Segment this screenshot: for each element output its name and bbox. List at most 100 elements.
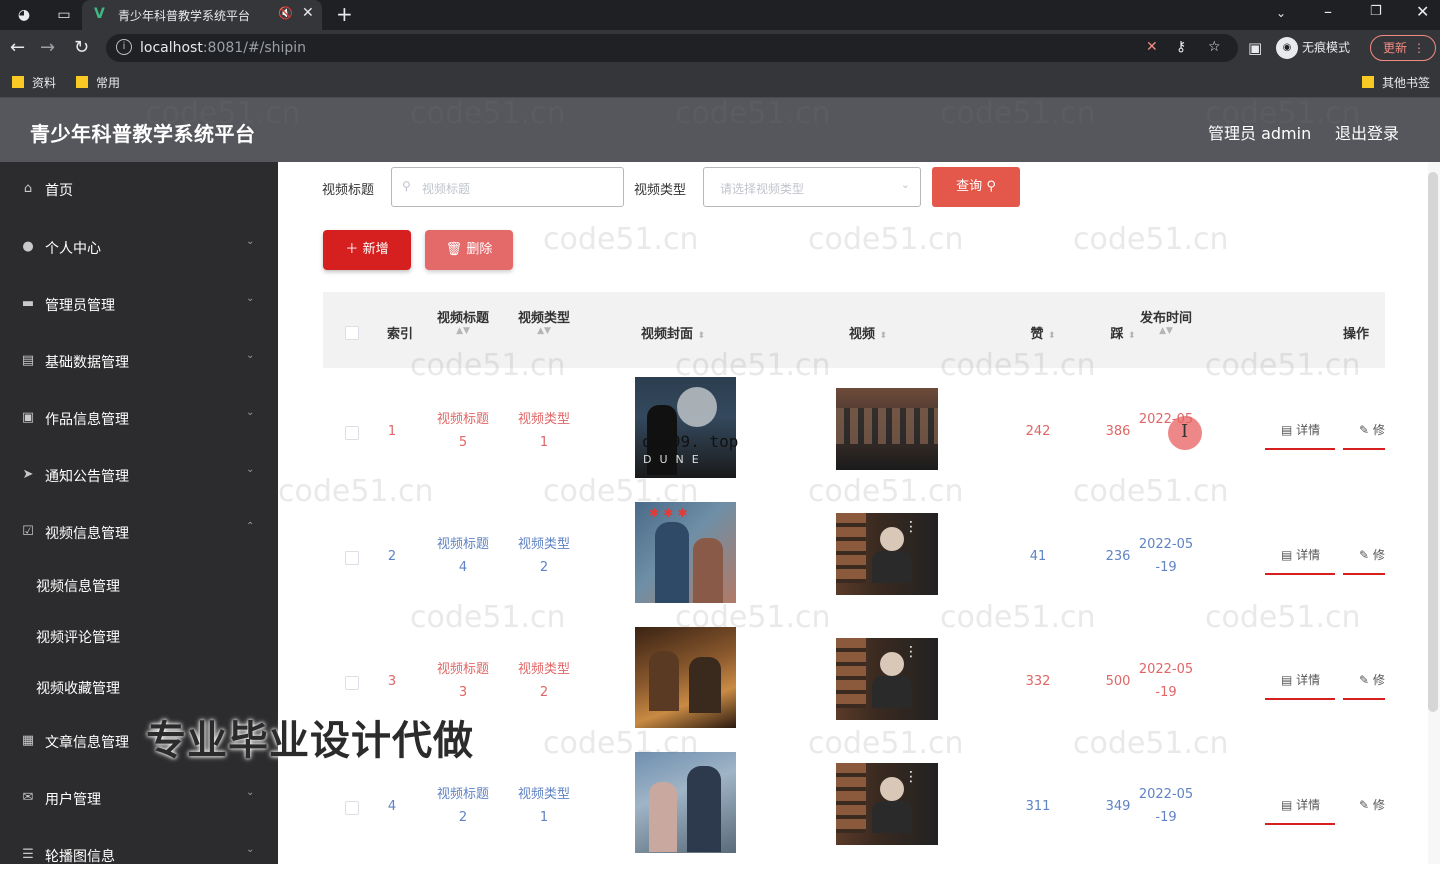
sort-icon[interactable]: ▲▼ [1133,326,1199,336]
sidebar-subitem-video-info[interactable]: 视频信息管理 [0,567,278,603]
row-checkbox[interactable] [345,676,359,690]
query-button[interactable]: 查询 ⚲ [932,167,1020,207]
incognito-indicator[interactable]: ◉ 无痕模式 [1276,37,1350,59]
video-player-thumbnail[interactable]: ⋮ [836,763,938,845]
video-player-thumbnail[interactable] [836,388,938,470]
sidebar-item-admins[interactable]: ▬ 管理员管理 ⌄ [0,285,278,325]
video-cover-image[interactable]: ✱ ✱ ✱ [635,502,736,603]
edit-button[interactable]: ✎ 修改 [1359,546,1385,563]
sort-icon[interactable]: ▲▼ [512,326,576,336]
video-type-select[interactable]: 请选择视频类型 ⌄ [703,167,921,207]
video-cover-image[interactable] [635,627,736,728]
browser-tab[interactable]: V 青少年科普教学系统平台 🔇 ✕ [82,0,322,30]
edit-button[interactable]: ✎ 修改 [1359,796,1385,813]
sidebar-item-label: 基础数据管理 [45,355,129,371]
forward-icon[interactable]: → [40,38,55,58]
column-header-title[interactable]: 视频标题 ▲▼ [431,307,495,336]
sidebar-item-users[interactable]: ✉ 用户管理 ⌄ [0,779,278,819]
video-player-thumbnail[interactable]: ⋮ [836,513,938,595]
row-checkbox[interactable] [345,551,359,565]
sliders-icon: ☰ [22,847,34,862]
search-title-input[interactable]: ⚲ 视频标题 [391,167,624,207]
reload-icon[interactable]: ↻ [74,38,89,58]
info-icon[interactable]: i [116,39,132,55]
detail-button[interactable]: ▤ 详情 [1281,671,1320,688]
back-icon[interactable]: ← [10,38,25,58]
column-header-cover[interactable]: 视频封面 ⬍ [623,323,723,342]
sidebar-subitem-video-comments[interactable]: 视频评论管理 [0,618,278,654]
bookmark-folder[interactable]: 资料 [12,74,56,91]
sidebar-item-videos[interactable]: ☑ 视频信息管理 ⌃ [0,513,278,553]
mute-site-icon[interactable]: ✕ [1146,39,1158,55]
vue-logo-icon: V [94,6,105,22]
row-checkbox[interactable] [345,801,359,815]
star-icon[interactable]: ☆ [1208,39,1221,55]
row-type: 视频类型 2 [517,662,570,700]
folder-icon [76,76,88,88]
sidebar-item-profile[interactable]: ● 个人中心 ⌄ [0,228,278,268]
sidepanel-icon[interactable]: ▣ [1248,38,1262,58]
video-player-thumbnail[interactable]: ⋮ [836,638,938,720]
column-header-video[interactable]: 视频 ⬍ [833,323,903,342]
detail-button[interactable]: ▤ 详情 [1281,421,1320,438]
sort-icon[interactable]: ⬍ [698,331,706,341]
video-cover-image[interactable] [635,752,736,853]
row-title: 视频标题 5 [436,412,489,450]
row-dislikes: 500 [1105,674,1131,689]
restore-icon[interactable]: ❐ [1370,4,1382,19]
delete-button[interactable]: 🗑 删除 [425,230,513,270]
mute-icon[interactable]: 🔇 [278,6,293,20]
video-cover-image[interactable]: DUNE [635,377,736,478]
column-header-likes[interactable]: 赞 ⬍ [1023,323,1063,342]
select-all-checkbox[interactable] [345,326,359,340]
sort-icon[interactable]: ⬍ [880,331,888,341]
url-field[interactable]: i localhost:8081/#/shipin ✕ ⚷ ☆ [106,34,1238,62]
logout-link[interactable]: 退出登录 [1335,120,1399,144]
detail-icon: ▤ [1281,798,1293,812]
current-user[interactable]: 管理员 admin [1208,120,1311,144]
column-header-published[interactable]: 发布时间 ▲▼ [1133,307,1199,336]
sidebar-item-carousel[interactable]: ☰ 轮播图信息 ⌄ [0,836,278,876]
add-button[interactable]: ＋ 新增 [323,230,411,270]
sidebar-item-label: 管理员管理 [45,298,115,314]
globe-icon[interactable]: ◕ [14,5,34,25]
sort-icon[interactable]: ⬍ [1048,331,1056,341]
chevron-down-icon: ⌄ [246,407,255,418]
chevron-down-icon: ⌄ [246,464,255,475]
row-checkbox[interactable] [345,426,359,440]
tab-search-icon[interactable]: ⌄ [1276,6,1286,20]
plus-icon: ＋ [345,242,359,257]
sidebar-item-works[interactable]: ▣ 作品信息管理 ⌄ [0,399,278,439]
sidebar-item-basic-data[interactable]: ▤ 基础数据管理 ⌄ [0,342,278,382]
column-header-type[interactable]: 视频类型 ▲▼ [512,307,576,336]
more-options-icon[interactable]: ⋮ [904,519,918,535]
detail-button[interactable]: ▤ 详情 [1281,796,1320,813]
edit-button[interactable]: ✎ 修改 [1359,671,1385,688]
close-window-icon[interactable]: ✕ [1416,2,1429,21]
edit-button[interactable]: ✎ 修改 [1359,421,1385,438]
more-options-icon[interactable]: ⋮ [904,769,918,785]
sort-icon[interactable]: ▲▼ [431,326,495,336]
bookmark-folder[interactable]: 常用 [76,74,120,91]
more-options-icon[interactable]: ⋮ [904,644,918,660]
sidebar-item-notices[interactable]: ➤ 通知公告管理 ⌄ [0,456,278,496]
close-tab-icon[interactable]: ✕ [302,5,314,21]
row-index: 2 [387,549,397,564]
key-icon[interactable]: ⚷ [1176,39,1186,55]
detail-button[interactable]: ▤ 详情 [1281,546,1320,563]
edit-underline [1343,698,1385,700]
sidebar-subitem-video-favorites[interactable]: 视频收藏管理 [0,669,278,705]
row-likes: 41 [1029,549,1047,564]
update-button[interactable]: 更新 ⋮ [1370,35,1436,61]
tab-strip-icon[interactable]: ▭ [54,5,74,25]
sidebar-item-home[interactable]: ⌂ 首页 [0,170,278,210]
detail-icon: ▤ [1281,548,1293,562]
minimize-icon[interactable]: – [1324,2,1332,21]
detail-underline [1265,823,1335,825]
row-type: 视频类型 1 [517,787,570,825]
new-tab-icon[interactable]: + [336,2,353,26]
vertical-scrollbar[interactable] [1428,172,1438,712]
checklist-icon: ☑ [22,524,34,539]
detail-underline [1265,573,1335,575]
other-bookmarks[interactable]: 其他书签 [1362,74,1430,91]
